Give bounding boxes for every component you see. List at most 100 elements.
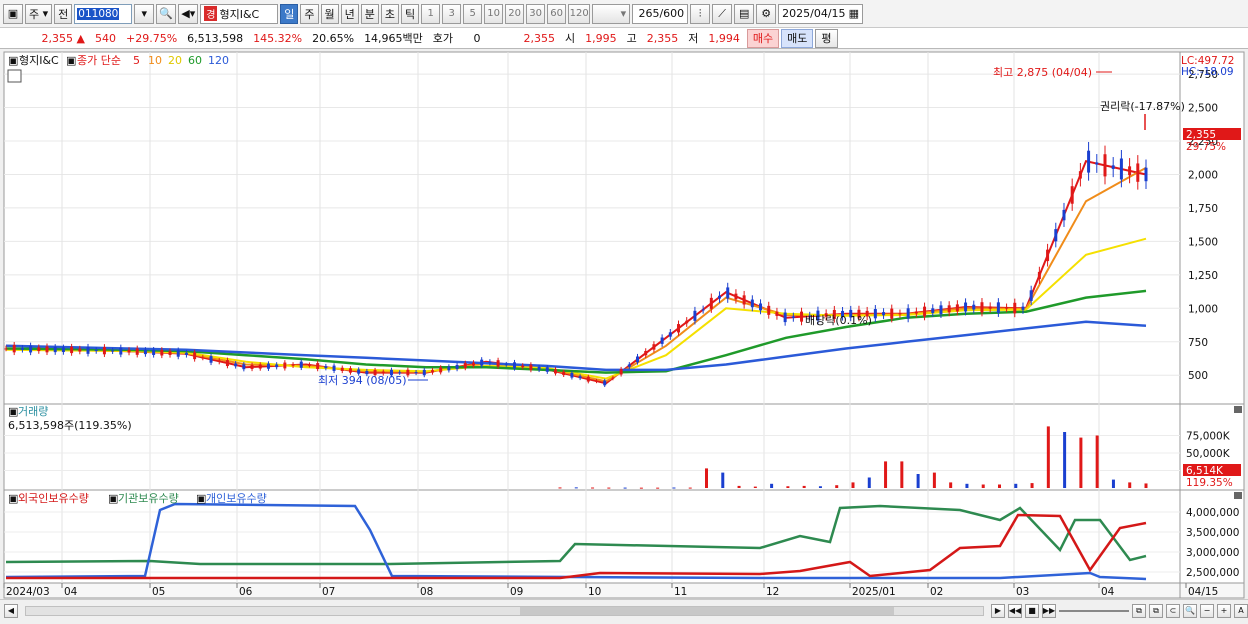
candle-body (70, 346, 74, 354)
tab-minute[interactable]: 분 (360, 3, 379, 24)
candle-body (955, 304, 959, 312)
calendar-icon[interactable]: ▦ (849, 7, 859, 20)
volume-bar (1030, 483, 1034, 488)
hoga-value: 0 (473, 31, 481, 45)
interval-120[interactable]: 120 (568, 3, 591, 24)
zoom-slider[interactable] (1059, 609, 1129, 612)
candle-body (324, 366, 328, 369)
stock-chart[interactable]: 5007501,0001,2501,5001,7502,0002,2502,50… (0, 50, 1248, 621)
tab-tick[interactable]: 틱 (401, 3, 420, 24)
candle-body (430, 370, 434, 373)
candle-body (939, 305, 943, 315)
tab-second[interactable]: 초 (380, 3, 400, 24)
search-icon[interactable]: 🔍 (156, 3, 177, 24)
prev-button[interactable]: 전 (54, 3, 73, 24)
date-axis-label: 08 (420, 586, 433, 598)
draw-tool-icon[interactable]: ⟋ (712, 3, 733, 24)
fast-forward-icon[interactable]: ▶▶ (1042, 603, 1056, 618)
candle-body (1128, 166, 1132, 176)
zoom-in-icon[interactable]: + (1217, 603, 1231, 618)
font-size-icon[interactable]: A (1234, 603, 1248, 618)
volume-bar (851, 482, 855, 488)
up-arrow-icon: ▲ (76, 31, 85, 45)
stock-code-input[interactable]: 011080 (74, 3, 133, 24)
candle-body (603, 380, 607, 386)
candle-body (275, 364, 279, 368)
interval-5[interactable]: 5 (463, 3, 483, 24)
candle-type-icon[interactable]: ⫶ (690, 3, 711, 24)
volume-panel-close-icon[interactable] (1234, 406, 1242, 413)
window-icon[interactable]: ▣ (3, 3, 23, 24)
save-icon[interactable]: ▤ (734, 3, 755, 24)
hoga-price: 2,355 (523, 31, 556, 45)
candle-body (406, 369, 410, 376)
scrollbar-thumb[interactable] (520, 606, 894, 615)
interval-10[interactable]: 10 (484, 3, 504, 24)
tab-year[interactable]: 년 (340, 3, 359, 24)
candle-body (127, 349, 131, 353)
buy-button[interactable]: 매수 (746, 28, 780, 48)
stock-name-field[interactable]: 경 형지I&C (200, 3, 279, 24)
scroll-left-icon[interactable]: ◀ (4, 603, 18, 618)
zoom-icon[interactable]: 🔍 (1183, 603, 1197, 618)
count-field[interactable]: 265/600 (632, 3, 689, 24)
dropdown-icon[interactable]: ▾ (134, 3, 155, 24)
copy-icon[interactable]: ⧉ (1132, 603, 1146, 618)
tab-week[interactable]: 주 (300, 3, 319, 24)
sell-button[interactable]: 매도 (781, 28, 814, 48)
volume-bar (721, 472, 725, 488)
candle-body (742, 295, 746, 305)
volume-bar (916, 474, 920, 488)
play-icon[interactable]: ▶ (991, 603, 1005, 618)
candle-body (1144, 167, 1148, 182)
high-annotation: 최고 2,875 (04/04) (993, 66, 1092, 79)
turnover-rate: 20.65% (312, 31, 355, 45)
interval-1[interactable]: 1 (421, 3, 441, 24)
interval-3[interactable]: 3 (442, 3, 462, 24)
candle-body (964, 302, 968, 312)
candle-body (1103, 154, 1107, 177)
candle-body (1111, 165, 1115, 169)
price-change-pct: +29.75% (126, 31, 178, 45)
duplicate-icon[interactable]: ⧉ (1149, 603, 1163, 618)
gear-icon[interactable]: ⚙ (756, 3, 777, 24)
candle-body (898, 313, 902, 315)
candle-body (1095, 162, 1099, 165)
candle-body (627, 364, 631, 367)
horizontal-scrollbar[interactable] (25, 605, 984, 616)
speaker-icon[interactable]: ◀▾ (178, 3, 199, 24)
table-toggle-icon[interactable] (7, 69, 22, 83)
date-field[interactable]: 2025/04/15 ▦ (778, 3, 863, 24)
volume-bar (574, 487, 578, 489)
rewind-icon[interactable]: ◀◀ (1008, 603, 1022, 618)
interval-30[interactable]: 30 (526, 3, 546, 24)
volume-bar (591, 487, 595, 489)
volume-bar (932, 472, 936, 488)
candle-body (86, 346, 90, 354)
candle-body (504, 364, 508, 366)
candle-body (882, 312, 886, 316)
stop-icon[interactable]: ■ (1025, 603, 1039, 618)
candle-body (775, 311, 779, 316)
volume-bar (1046, 426, 1050, 488)
candle-body (578, 376, 582, 379)
market-select[interactable]: 주 ▾ (25, 3, 53, 24)
holdings-tick-label: 2,500,000 (1186, 567, 1239, 579)
date-axis-label: 07 (322, 586, 335, 598)
candle-body (791, 316, 795, 318)
legend-ma10: 10 (148, 54, 162, 67)
magnet-icon[interactable]: ⊂ (1166, 603, 1180, 618)
candle-body (455, 364, 459, 370)
interval-dropdown[interactable]: ▾ (592, 3, 631, 24)
interval-60[interactable]: 60 (547, 3, 567, 24)
institution-marker: ▣ (108, 492, 118, 505)
candle-body (800, 311, 804, 322)
tab-day[interactable]: 일 (280, 3, 299, 24)
flat-button[interactable]: 평 (815, 28, 838, 48)
interval-20[interactable]: 20 (505, 3, 525, 24)
current-price: 2,355 ▲ (41, 31, 85, 45)
tab-month[interactable]: 월 (320, 3, 339, 24)
holdings-panel-close-icon[interactable] (1234, 492, 1242, 499)
zoom-out-icon[interactable]: − (1200, 603, 1214, 618)
candle-body (102, 346, 106, 355)
